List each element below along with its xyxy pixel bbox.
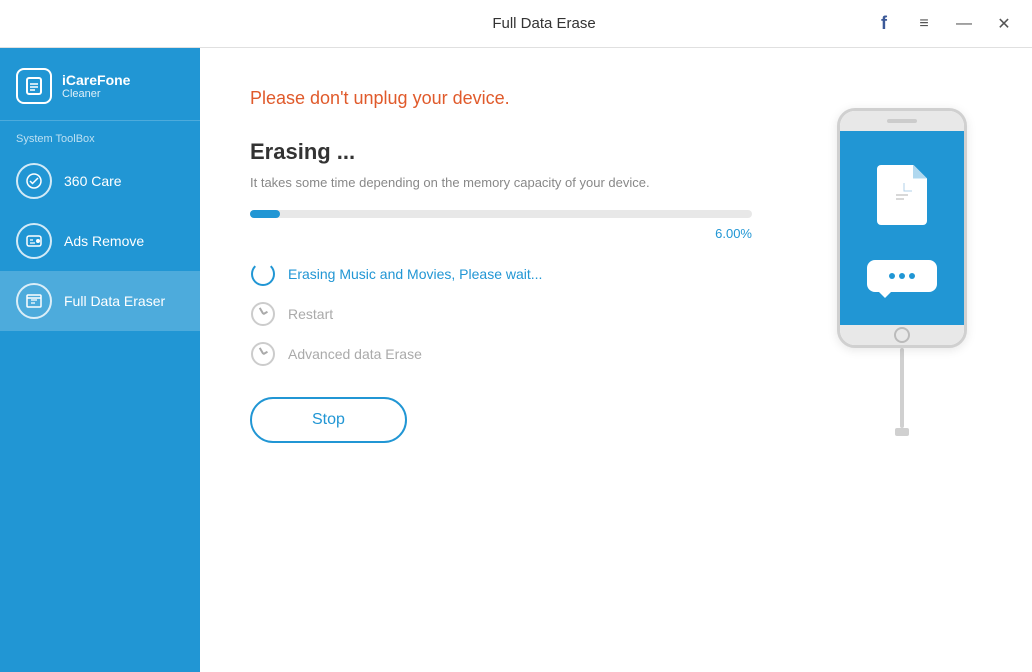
logo-subtitle: Cleaner bbox=[62, 88, 130, 100]
chat-dot bbox=[899, 273, 905, 279]
ads-remove-icon bbox=[16, 223, 52, 259]
close-icon[interactable]: ✕ bbox=[992, 12, 1016, 36]
chat-dot bbox=[909, 273, 915, 279]
warning-text: Please don't unplug your device. bbox=[250, 88, 752, 109]
content-area: Please don't unplug your device. Erasing… bbox=[200, 48, 802, 672]
step-list: Erasing Music and Movies, Please wait...… bbox=[250, 261, 752, 367]
360care-icon bbox=[16, 163, 52, 199]
sidebar-item-ads-remove[interactable]: Ads Remove bbox=[0, 211, 200, 271]
sidebar-logo: iCareFone Cleaner bbox=[0, 48, 200, 121]
phone-bottom-bar bbox=[840, 325, 964, 345]
phone-screen bbox=[840, 131, 964, 325]
logo-icon bbox=[16, 68, 52, 104]
menu-icon[interactable]: ≡ bbox=[912, 12, 936, 36]
clock-icon bbox=[250, 341, 276, 367]
phone-speaker bbox=[887, 119, 917, 123]
erasing-subtitle: It takes some time depending on the memo… bbox=[250, 175, 752, 190]
list-item: Advanced data Erase bbox=[250, 341, 752, 367]
progress-bar-fill bbox=[250, 210, 280, 218]
facebook-icon[interactable]: f bbox=[872, 12, 896, 36]
logo-text: iCareFone Cleaner bbox=[62, 72, 130, 101]
step1-label: Erasing Music and Movies, Please wait... bbox=[288, 266, 542, 282]
phone-illustration bbox=[802, 48, 1002, 672]
app-body: iCareFone Cleaner System ToolBox 360 Car… bbox=[0, 48, 1032, 672]
titlebar: Full Data Erase f ≡ — ✕ bbox=[0, 0, 1032, 48]
chat-dot bbox=[889, 273, 895, 279]
list-item: Erasing Music and Movies, Please wait... bbox=[250, 261, 752, 287]
stop-button[interactable]: Stop bbox=[250, 397, 407, 443]
sidebar-item-ads-remove-label: Ads Remove bbox=[64, 233, 144, 249]
clock-icon bbox=[250, 301, 276, 327]
phone-home-button bbox=[894, 327, 910, 343]
sidebar-item-360care[interactable]: 360 Care bbox=[0, 151, 200, 211]
phone-chat-bubble bbox=[867, 260, 937, 292]
list-item: Restart bbox=[250, 301, 752, 327]
sidebar: iCareFone Cleaner System ToolBox 360 Car… bbox=[0, 48, 200, 672]
full-data-eraser-icon bbox=[16, 283, 52, 319]
spinner-icon bbox=[250, 261, 276, 287]
sidebar-item-full-data-eraser-label: Full Data Eraser bbox=[64, 293, 165, 309]
progress-bar-container bbox=[250, 210, 752, 218]
phone-doc-icon bbox=[877, 165, 927, 225]
step3-label: Advanced data Erase bbox=[288, 346, 422, 362]
logo-title: iCareFone bbox=[62, 72, 130, 89]
titlebar-controls: f ≡ — ✕ bbox=[872, 12, 1016, 36]
progress-percent: 6.00% bbox=[250, 226, 752, 241]
main-content: Please don't unplug your device. Erasing… bbox=[200, 48, 1032, 672]
sidebar-item-full-data-eraser[interactable]: Full Data Eraser bbox=[0, 271, 200, 331]
titlebar-title: Full Data Erase bbox=[492, 15, 595, 32]
sidebar-section-label: System ToolBox bbox=[0, 121, 200, 151]
phone-cable bbox=[900, 348, 904, 428]
sidebar-item-360care-label: 360 Care bbox=[64, 173, 122, 189]
phone-plug bbox=[895, 428, 909, 436]
step2-label: Restart bbox=[288, 306, 333, 322]
minimize-icon[interactable]: — bbox=[952, 12, 976, 36]
phone-frame bbox=[837, 108, 967, 348]
phone-top-bar bbox=[840, 111, 964, 131]
erasing-title: Erasing ... bbox=[250, 139, 752, 165]
